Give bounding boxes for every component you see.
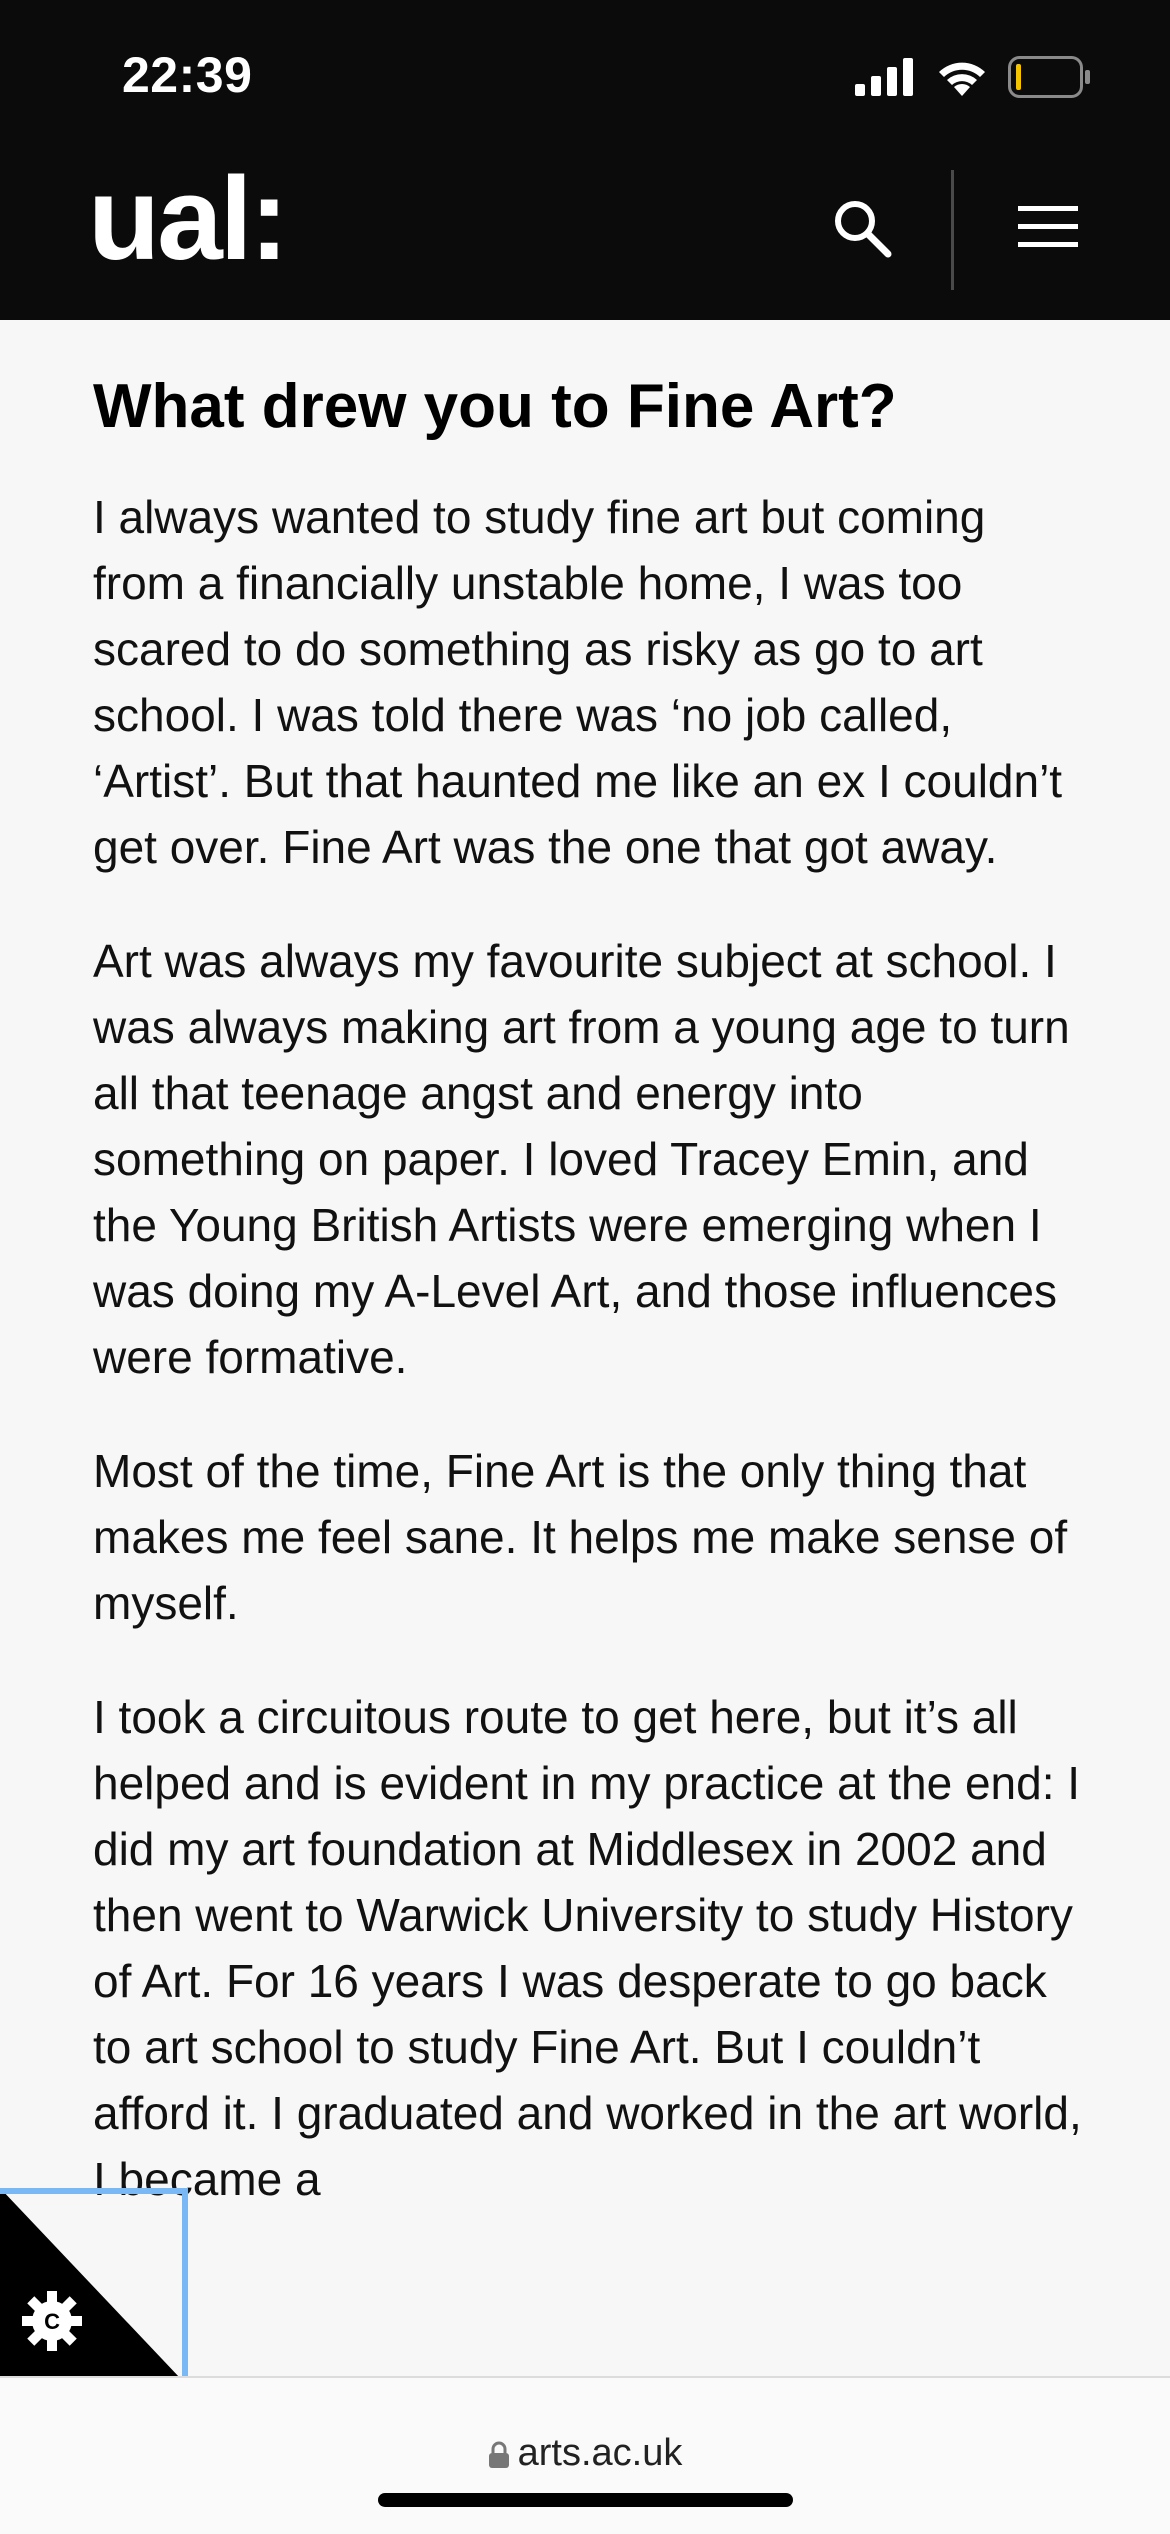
wifi-icon bbox=[939, 62, 985, 96]
url-text: arts.ac.uk bbox=[517, 2432, 683, 2474]
search-icon[interactable] bbox=[830, 196, 894, 260]
header-divider bbox=[951, 170, 954, 290]
url-display[interactable]: arts.ac.uk bbox=[0, 2432, 1170, 2475]
signal-bars-icon bbox=[855, 58, 913, 96]
home-indicator[interactable] bbox=[378, 2493, 793, 2507]
paragraph: I always wanted to study fine art but co… bbox=[93, 491, 1063, 874]
lock-icon bbox=[488, 2441, 509, 2468]
site-header: 22:39 ual: bbox=[0, 0, 1170, 320]
browser-address-bar[interactable]: arts.ac.uk bbox=[0, 2376, 1170, 2534]
ual-logo[interactable]: ual: bbox=[88, 160, 289, 278]
article-content: What drew you to Fine Art? I always want… bbox=[93, 370, 1083, 2260]
status-time: 22:39 bbox=[122, 47, 253, 103]
focus-outline bbox=[0, 2188, 188, 2384]
paragraph: Art was always my favourite subject at s… bbox=[93, 935, 1070, 1384]
paragraph: Most of the time, Fine Art is the only t… bbox=[93, 1445, 1068, 1630]
hamburger-menu-icon[interactable] bbox=[1016, 204, 1080, 250]
section-heading: What drew you to Fine Art? bbox=[93, 372, 897, 441]
paragraph: I took a circuitous route to get here, b… bbox=[93, 1691, 1082, 2206]
battery-low-icon bbox=[1008, 56, 1090, 98]
